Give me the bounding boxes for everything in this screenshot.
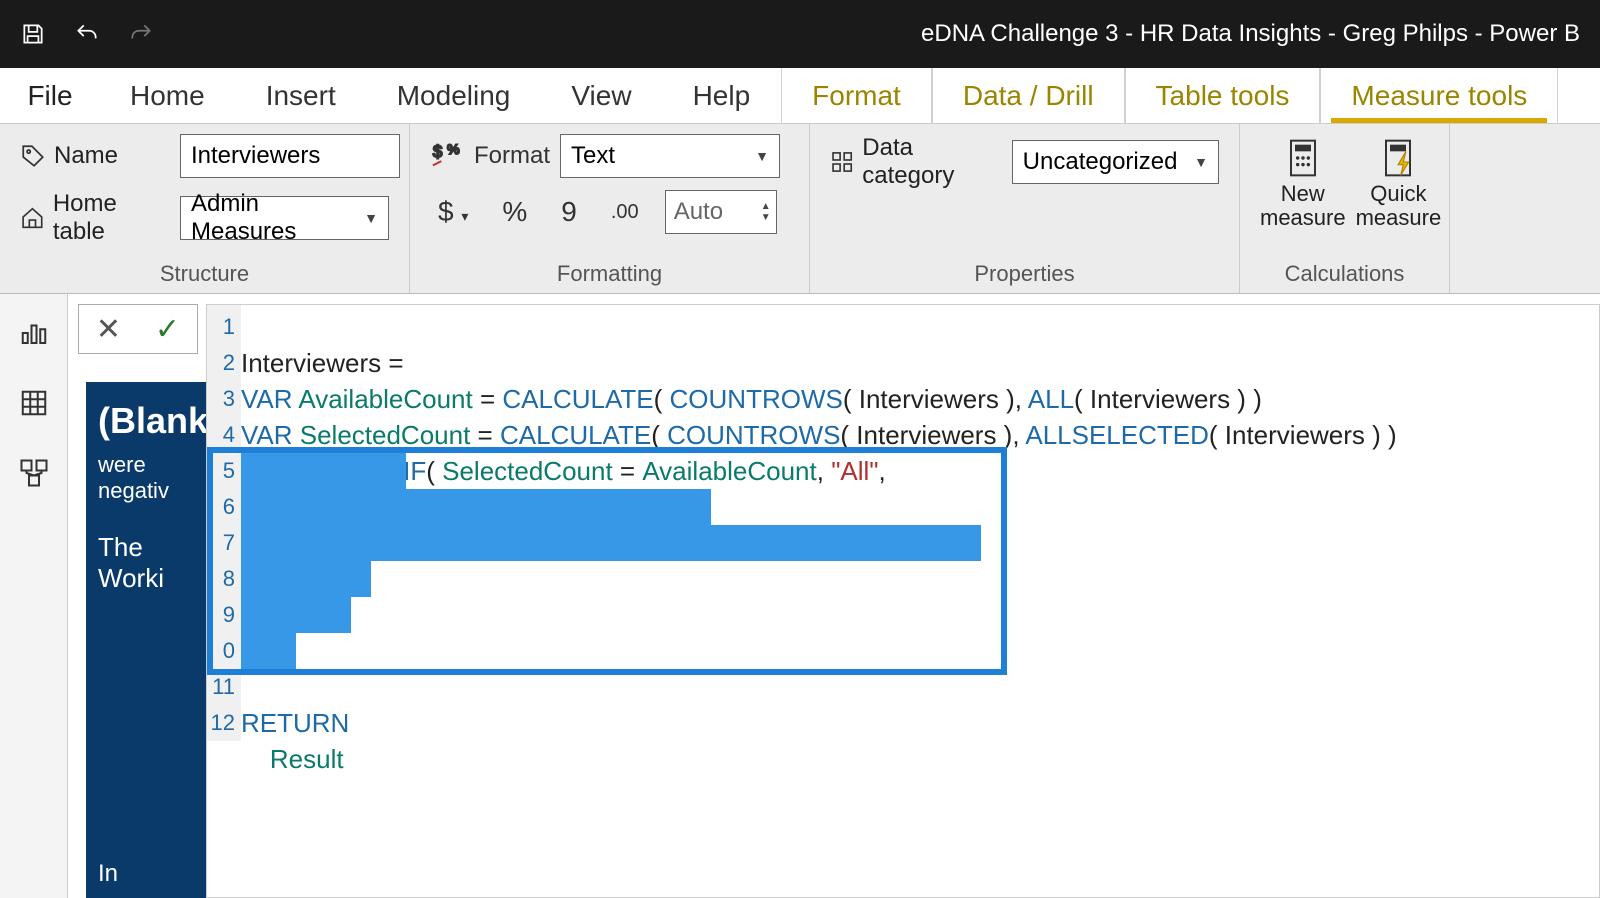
category-icon: [830, 149, 854, 175]
tab-home[interactable]: Home: [100, 68, 236, 123]
hometable-select[interactable]: Admin Measures▼: [180, 196, 389, 240]
percent-button[interactable]: %: [494, 196, 535, 228]
tab-modeling[interactable]: Modeling: [367, 68, 542, 123]
tag-icon: [20, 143, 46, 169]
tab-table-tools[interactable]: Table tools: [1125, 68, 1321, 123]
code-content[interactable]: Interviewers = VAR AvailableCount = CALC…: [241, 309, 1599, 813]
quick-calc-icon: [1380, 138, 1416, 178]
ribbon-tabs: File Home Insert Modeling View Help Form…: [0, 68, 1600, 124]
dax-editor[interactable]: 123 456 789 01112 Interviewers = VAR Ava…: [206, 304, 1600, 898]
formula-bar-buttons: ✕ ✓: [78, 304, 198, 354]
format-label: Format: [474, 142, 550, 170]
thousands-button[interactable]: 9: [553, 196, 585, 228]
view-switcher: [0, 294, 68, 898]
quick-measure-button[interactable]: Quick measure: [1356, 138, 1442, 230]
redo-icon: [128, 21, 154, 47]
measure-name-input[interactable]: [180, 134, 400, 178]
title-bar: eDNA Challenge 3 - HR Data Insights - Gr…: [0, 0, 1600, 68]
decimals-spinner[interactable]: ▲▼: [665, 190, 777, 234]
format-icon: $%: [430, 137, 464, 176]
card-mid: The Worki: [98, 532, 214, 594]
group-structure-label: Structure: [20, 257, 389, 293]
tab-view[interactable]: View: [541, 68, 662, 123]
datacat-select[interactable]: Uncategorized▼: [1012, 140, 1219, 184]
ribbon-body: Name Home table Admin Measures▼ Structur…: [0, 124, 1600, 294]
tab-measure-tools[interactable]: Measure tools: [1320, 68, 1558, 123]
svg-text:%: %: [447, 142, 460, 158]
commit-formula-button[interactable]: ✓: [155, 312, 180, 347]
group-formatting-label: Formatting: [430, 257, 789, 293]
tab-insert[interactable]: Insert: [236, 68, 367, 123]
group-calculations-label: Calculations: [1260, 257, 1429, 293]
new-measure-button[interactable]: New measure: [1260, 138, 1346, 230]
report-card: (Blank) were negativ The Worki In: [86, 382, 226, 898]
card-value: (Blank): [98, 400, 214, 442]
report-view-icon[interactable]: [19, 318, 49, 348]
decimals-input[interactable]: [666, 191, 756, 233]
datacat-label: Data category: [830, 134, 1002, 190]
save-icon[interactable]: [20, 21, 46, 47]
spin-down[interactable]: ▼: [756, 212, 776, 223]
calculator-icon: [1285, 138, 1321, 178]
window-title: eDNA Challenge 3 - HR Data Insights - Gr…: [921, 20, 1580, 48]
line-gutter: 123 456 789 01112: [207, 305, 241, 741]
canvas: (Blank) were negativ The Worki In ✕ ✓ 12: [68, 294, 1600, 898]
undo-icon[interactable]: [74, 21, 100, 47]
data-view-icon[interactable]: [19, 388, 49, 418]
tab-help[interactable]: Help: [663, 68, 782, 123]
currency-button[interactable]: $ ▾: [430, 196, 476, 228]
tab-format[interactable]: Format: [781, 68, 932, 123]
tab-file[interactable]: File: [0, 68, 100, 123]
format-select[interactable]: Text▼: [560, 134, 780, 178]
main-area: (Blank) were negativ The Worki In ✕ ✓ 12: [0, 294, 1600, 898]
cancel-formula-button[interactable]: ✕: [96, 312, 121, 347]
name-label: Name: [20, 142, 170, 170]
decimals-icon[interactable]: .00: [603, 201, 647, 224]
hometable-label: Home table: [20, 190, 170, 246]
svg-text:$: $: [433, 141, 443, 160]
model-view-icon[interactable]: [19, 458, 49, 488]
card-sub: were negativ: [98, 452, 214, 504]
card-bot: In: [98, 860, 118, 888]
group-properties-label: Properties: [830, 257, 1219, 293]
home-icon: [20, 205, 45, 231]
tab-data-drill[interactable]: Data / Drill: [932, 68, 1125, 123]
spin-up[interactable]: ▲: [756, 201, 776, 212]
